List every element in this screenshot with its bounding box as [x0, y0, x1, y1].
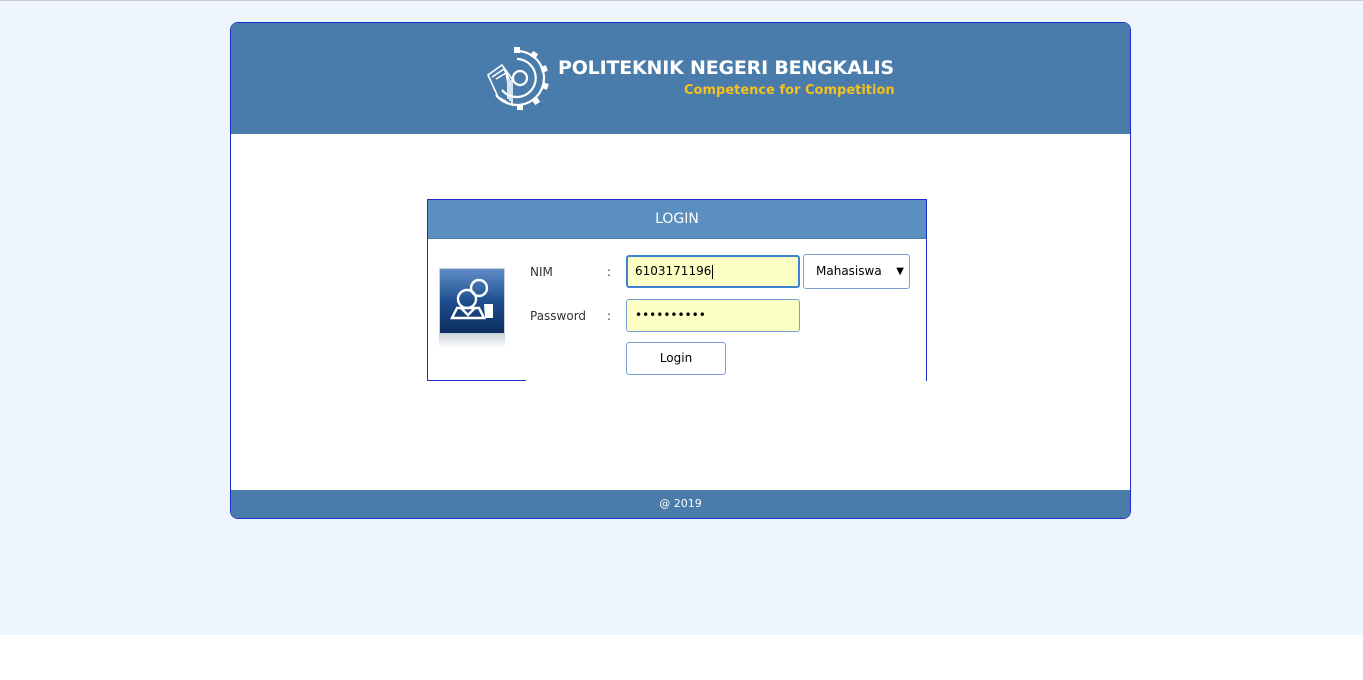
site-footer: @ 2019: [231, 490, 1130, 518]
nim-colon: :: [607, 265, 612, 279]
chevron-down-icon: ▼: [896, 266, 904, 277]
login-panel: LOGIN NIM : 6103171196 Mahasiswa ▼ Passw…: [427, 199, 927, 381]
main-frame: POLITEKNIK NEGERI BENGKALIS Competence f…: [230, 22, 1131, 519]
password-colon: :: [607, 309, 612, 323]
nim-label: NIM: [530, 265, 553, 279]
login-button[interactable]: Login: [626, 342, 726, 375]
nim-input[interactable]: 6103171196: [626, 255, 800, 288]
login-panel-bottom-border: [427, 380, 526, 381]
password-input-value: ••••••••••: [635, 308, 706, 322]
site-header: POLITEKNIK NEGERI BENGKALIS Competence f…: [231, 23, 1130, 134]
login-panel-title: LOGIN: [428, 200, 926, 239]
nim-input-value: 6103171196: [635, 264, 712, 278]
users-icon: [439, 268, 505, 334]
institution-name: POLITEKNIK NEGERI BENGKALIS: [558, 57, 894, 79]
institution-tagline: Competence for Competition: [684, 83, 895, 98]
role-select-value: Mahasiswa: [816, 264, 882, 278]
password-label: Password: [530, 309, 587, 323]
password-input[interactable]: ••••••••••: [626, 299, 800, 332]
users-icon-reflection: [439, 334, 505, 348]
gear-book-emblem-icon: [486, 47, 549, 110]
text-caret: [712, 264, 714, 279]
role-select[interactable]: Mahasiswa ▼: [803, 254, 910, 289]
